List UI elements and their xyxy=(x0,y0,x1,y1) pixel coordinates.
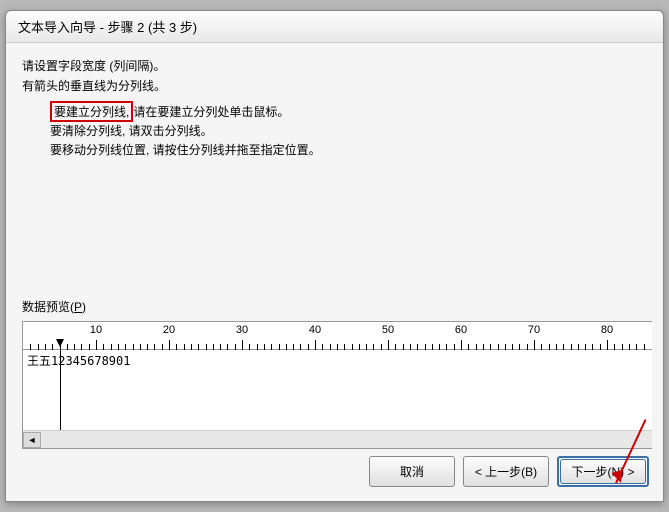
data-preview-label: 数据预览(P) xyxy=(22,298,663,315)
column-break-line[interactable] xyxy=(60,350,61,430)
ruler[interactable]: 10 20 30 40 50 60 70 80 xyxy=(23,322,652,350)
ruler-number: 70 xyxy=(528,324,540,336)
instruction-move: 要移动分列线位置, 请按住分列线并拖至指定位置。 xyxy=(50,141,647,160)
back-button[interactable]: < 上一步(B) xyxy=(463,456,549,487)
ruler-number: 80 xyxy=(601,324,613,336)
ruler-number: 10 xyxy=(90,324,102,336)
instruction-line-1: 请设置字段宽度 (列间隔)。 xyxy=(22,57,647,75)
highlight-create-column: 要建立分列线, xyxy=(50,101,133,122)
data-preview-section: 数据预览(P) 10 20 30 40 50 60 70 80 王五12345678901 ◄ xyxy=(22,298,663,449)
instruction-delete: 要清除分列线, 请双击分列线。 xyxy=(50,122,647,141)
horizontal-scrollbar[interactable]: ◄ xyxy=(23,430,652,448)
ruler-number: 20 xyxy=(163,324,175,336)
next-button[interactable]: 下一步(N) > xyxy=(560,459,646,484)
instruction-create-rest: 请在要建立分列处单击鼠标。 xyxy=(133,105,289,119)
break-arrow-icon xyxy=(56,339,64,347)
preview-panel[interactable]: 10 20 30 40 50 60 70 80 王五12345678901 ◄ xyxy=(22,321,652,449)
cancel-button[interactable]: 取消 xyxy=(369,456,455,487)
ruler-number: 30 xyxy=(236,324,248,336)
ruler-number: 40 xyxy=(309,324,321,336)
dialog-title: 文本导入向导 - 步骤 2 (共 3 步) xyxy=(6,11,663,43)
next-button-highlight: 下一步(N) > xyxy=(557,456,649,487)
instruction-create: 要建立分列线,请在要建立分列处单击鼠标。 xyxy=(50,101,647,122)
data-row[interactable]: 王五12345678901 xyxy=(23,350,652,430)
data-text: 王五12345678901 xyxy=(27,352,130,369)
dialog-body: 请设置字段宽度 (列间隔)。 有箭头的垂直线为分列线。 要建立分列线,请在要建立… xyxy=(6,43,663,446)
instruction-line-2: 有箭头的垂直线为分列线。 xyxy=(22,77,647,95)
scroll-left-icon[interactable]: ◄ xyxy=(23,432,41,448)
text-import-wizard-dialog: 文本导入向导 - 步骤 2 (共 3 步) 请设置字段宽度 (列间隔)。 有箭头… xyxy=(5,10,664,502)
ruler-number: 50 xyxy=(382,324,394,336)
ruler-number: 60 xyxy=(455,324,467,336)
button-row: 取消 < 上一步(B) 下一步(N) > xyxy=(6,446,663,501)
